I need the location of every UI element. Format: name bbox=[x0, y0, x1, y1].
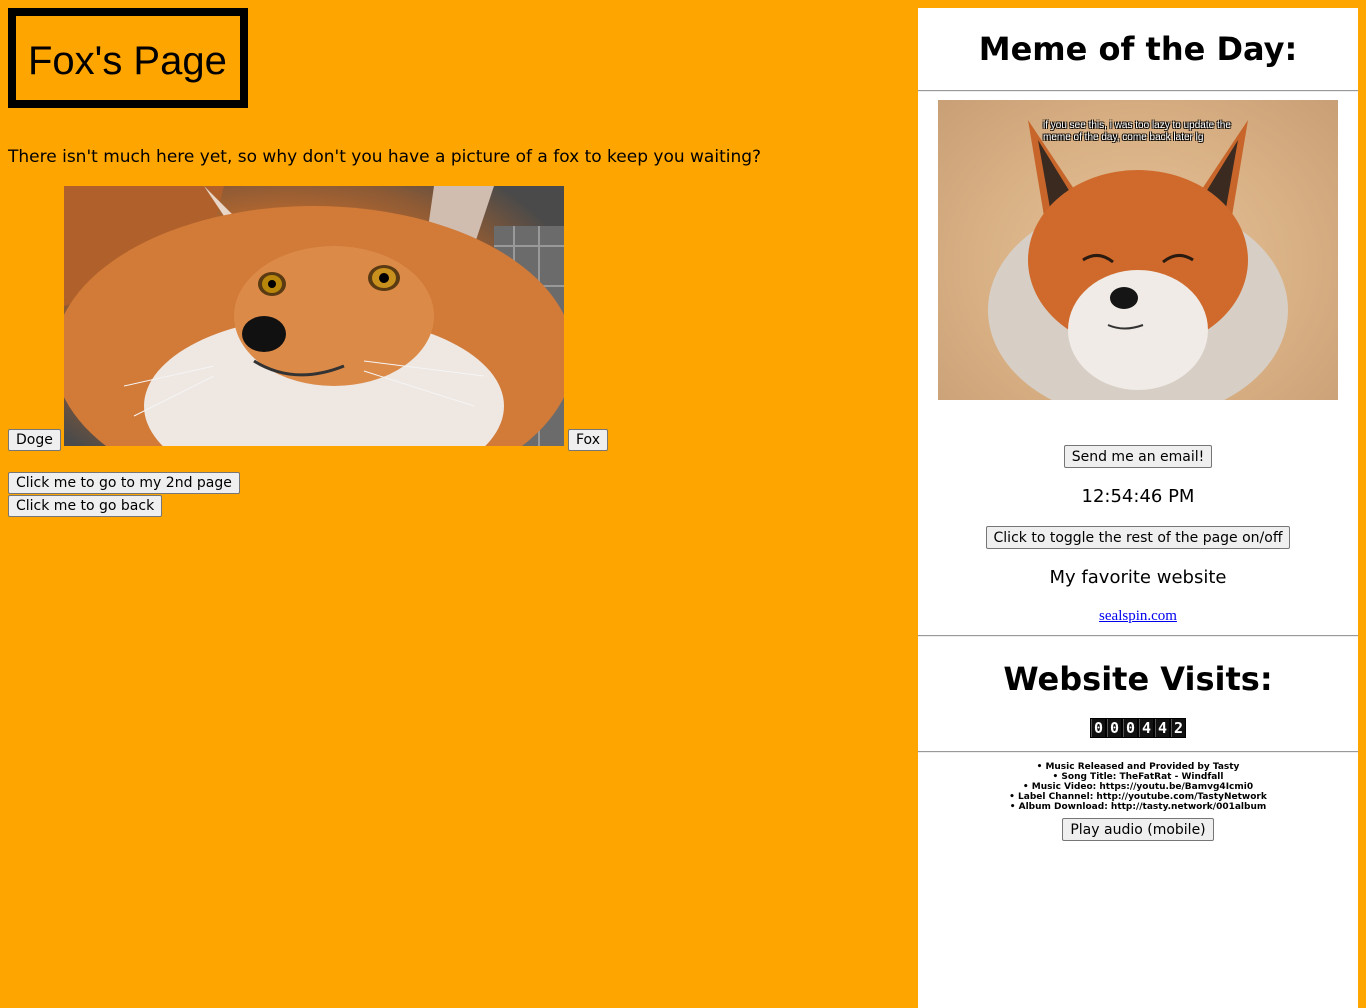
go-back-button[interactable]: Click me to go back bbox=[8, 495, 163, 517]
fox-photo bbox=[64, 186, 564, 446]
music-credits: • Music Released and Provided by Tasty •… bbox=[918, 762, 1358, 812]
play-audio-button[interactable]: Play audio (mobile) bbox=[1062, 818, 1214, 841]
divider bbox=[918, 90, 1358, 92]
meme-heading: Meme of the Day: bbox=[978, 30, 1298, 68]
visits-heading: Website Visits: bbox=[1003, 660, 1273, 698]
second-page-button[interactable]: Click me to go to my 2nd page bbox=[8, 472, 240, 494]
counter-digit: 0 bbox=[1091, 719, 1105, 737]
credit-line: • Song Title: TheFatRat - Windfall bbox=[1052, 772, 1224, 782]
clock: 12:54:46 PM bbox=[1081, 486, 1195, 507]
favorite-label: My favorite website bbox=[1049, 567, 1227, 588]
favorite-link[interactable]: sealspin.com bbox=[1099, 608, 1177, 624]
credit-line: • Label Channel: http://youtube.com/Tast… bbox=[1009, 792, 1267, 802]
counter-digit: 4 bbox=[1139, 719, 1153, 737]
credit-line: • Music Video: https://youtu.be/Bamvg4Ic… bbox=[1022, 782, 1254, 792]
fox-button[interactable]: Fox bbox=[568, 429, 608, 451]
title-box: Fox's Page bbox=[8, 8, 248, 108]
credit-line: • Album Download: http://tasty.network/0… bbox=[1009, 802, 1267, 812]
counter-digit: 4 bbox=[1155, 719, 1169, 737]
meme-caption: if you see this, i was too lazy to updat… bbox=[1043, 120, 1231, 143]
divider bbox=[918, 635, 1358, 637]
page-title: Fox's Page bbox=[28, 39, 227, 83]
meme-fox-drawing bbox=[988, 120, 1288, 400]
counter-digit: 0 bbox=[1107, 719, 1121, 737]
visit-counter: 0 0 0 4 4 2 bbox=[1090, 718, 1186, 738]
doge-button[interactable]: Doge bbox=[8, 429, 61, 451]
divider bbox=[918, 751, 1358, 753]
fox-photo-drawing bbox=[64, 186, 564, 446]
meme-image: if you see this, i was too lazy to updat… bbox=[938, 100, 1338, 400]
credit-line: • Music Released and Provided by Tasty bbox=[1036, 762, 1240, 772]
counter-digit: 0 bbox=[1123, 719, 1137, 737]
counter-digit: 2 bbox=[1171, 719, 1185, 737]
email-button[interactable]: Send me an email! bbox=[1063, 445, 1213, 468]
intro-text: There isn't much here yet, so why don't … bbox=[8, 147, 762, 167]
toggle-page-button[interactable]: Click to toggle the rest of the page on/… bbox=[985, 526, 1291, 549]
